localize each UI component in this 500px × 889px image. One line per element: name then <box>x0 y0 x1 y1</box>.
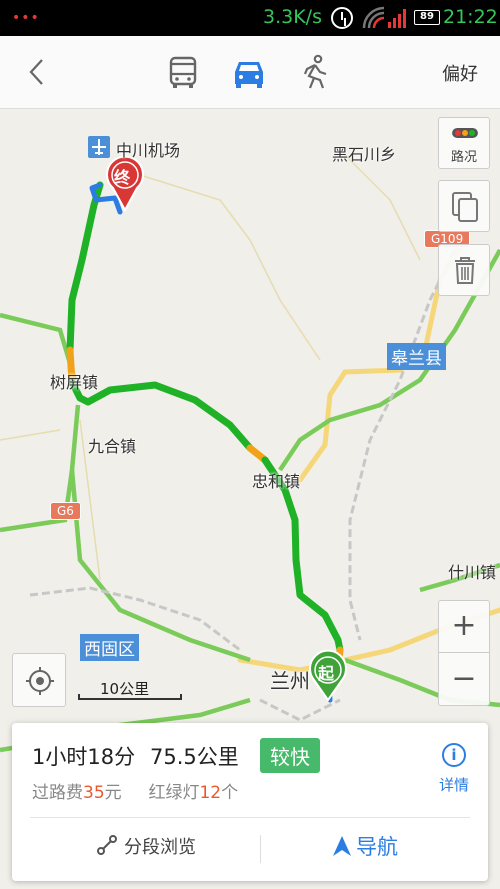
lights-count: 12 <box>199 783 222 803</box>
notification-dots: ••• <box>12 10 40 26</box>
info-icon: i <box>442 743 466 767</box>
bus-mode-button[interactable] <box>163 54 203 90</box>
navigation-arrow-icon <box>333 836 351 856</box>
route-segment-icon <box>97 835 117 855</box>
preference-button[interactable]: 偏好 <box>442 60 478 86</box>
route-meta: 过路费35元 红绿灯12个 <box>32 778 238 803</box>
walk-mode-button[interactable] <box>296 54 336 90</box>
detail-label: 详情 <box>438 776 469 794</box>
trash-icon <box>455 257 475 284</box>
map-label-shichuan: 什川镇 <box>448 563 497 582</box>
battery-icon: 89 <box>414 10 440 25</box>
route-distance: 75.5公里 <box>150 745 239 769</box>
locate-icon <box>26 667 54 695</box>
car-mode-button[interactable] <box>229 54 269 90</box>
alarm-icon <box>331 7 353 29</box>
detail-button[interactable]: i 详情 <box>432 743 476 803</box>
navigate-label: 导航 <box>356 835 398 859</box>
airport-icon <box>88 136 110 158</box>
back-button[interactable] <box>20 54 56 90</box>
zoom-in-button[interactable]: + <box>439 601 489 653</box>
clock: 21:22 <box>443 6 498 28</box>
toll-unit: 元 <box>104 783 122 803</box>
route-mode-bar: 偏好 <box>0 36 500 109</box>
traffic-label: 路况 <box>450 150 477 165</box>
route-tag: 较快 <box>260 738 320 773</box>
map-label-airport: 中川机场 <box>116 141 181 160</box>
signal-icon <box>362 6 406 29</box>
traffic-toggle-button[interactable]: 路况 <box>438 117 490 169</box>
map-label-gaolan: 皋兰县 <box>387 343 446 370</box>
locate-button[interactable] <box>12 653 66 707</box>
lights-unit: 个 <box>221 783 239 803</box>
scale-bar <box>78 694 182 700</box>
map-label-zhonghe: 忠和镇 <box>252 472 301 491</box>
segment-browse-button[interactable]: 分段浏览 <box>96 833 196 863</box>
button-divider <box>260 835 261 863</box>
toll-prefix: 过路费 <box>32 783 83 803</box>
network-speed: 3.3K/s <box>263 6 322 28</box>
start-marker-label: 起 <box>318 664 335 683</box>
map-label-lanzhou: 兰州 <box>270 669 310 693</box>
toll-amount: 35 <box>83 783 105 803</box>
lights-prefix: 红绿灯 <box>148 783 200 803</box>
clear-button[interactable] <box>438 244 490 296</box>
walk-icon <box>303 54 327 89</box>
end-marker-label: 终 <box>114 168 131 187</box>
route-summary-card[interactable]: 1小时18分 75.5公里 较快 过路费35元 红绿灯12个 i 详情 分段浏览… <box>12 723 488 881</box>
map-label-shuping: 树屏镇 <box>50 373 99 392</box>
zoom-control: + − <box>438 600 490 706</box>
map-label-heishichuan: 黑石川乡 <box>332 145 397 164</box>
status-bar: ••• 3.3K/s 89 21:22 <box>0 0 500 36</box>
route-duration: 1小时18分 <box>32 745 136 769</box>
highway-shield-g6: G6 <box>50 502 81 520</box>
traffic-light-icon <box>452 128 478 138</box>
layers-icon <box>452 192 478 222</box>
card-divider <box>30 817 470 818</box>
car-icon <box>235 62 263 88</box>
map-label-jiuhe: 九合镇 <box>88 437 137 456</box>
bus-icon <box>169 56 197 88</box>
segment-browse-label: 分段浏览 <box>124 837 196 858</box>
zoom-out-button[interactable]: − <box>439 654 489 706</box>
navigate-button[interactable]: 导航 <box>332 831 398 861</box>
layers-button[interactable] <box>438 180 490 232</box>
map-label-xigu: 西固区 <box>80 634 139 661</box>
map-scale: 10公里 <box>78 676 182 702</box>
